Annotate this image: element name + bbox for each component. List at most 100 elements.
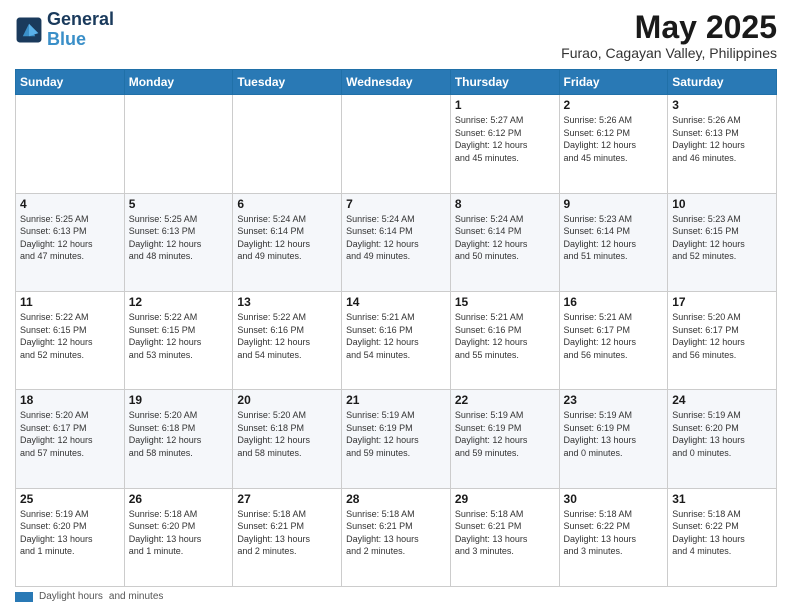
main-title: May 2025: [561, 10, 777, 45]
calendar-cell: 10Sunrise: 5:23 AM Sunset: 6:15 PM Dayli…: [668, 193, 777, 291]
day-number: 17: [672, 295, 772, 309]
calendar-cell: 14 Sunrise: 5:21 AM Sunset: 6:16 PM Dayli…: [342, 291, 451, 389]
day-info: Sunrise: 5:19 AM Sunset: 6:19 PM Dayligh…: [455, 409, 555, 459]
subtitle: Furao, Cagayan Valley, Philippines: [561, 45, 777, 61]
day-info: Sunrise: 5:18 AM Sunset: 6:20 PM Dayligh…: [129, 508, 229, 558]
header: General Blue May 2025 Furao, Cagayan Val…: [15, 10, 777, 61]
day-info: Sunrise: 5:19 AM Sunset: 6:20 PM Dayligh…: [20, 508, 120, 558]
day-number: 12: [129, 295, 229, 309]
logo-line2: Blue: [47, 30, 114, 50]
day-number: 30: [564, 492, 664, 506]
day-info: Sunrise: 5:25 AM Sunset: 6:13 PM Dayligh…: [20, 213, 120, 263]
day-info: Sunrise: 5:26 AM Sunset: 6:12 PM Dayligh…: [564, 114, 664, 164]
day-number: 19: [129, 393, 229, 407]
day-number: 23: [564, 393, 664, 407]
calendar-cell: 30Sunrise: 5:18 AM Sunset: 6:22 PM Dayli…: [559, 488, 668, 586]
calendar-weekday-sunday: Sunday: [16, 70, 125, 95]
footer: Daylight hours and minutes: [15, 591, 777, 602]
calendar-cell: 5 Sunrise: 5:25 AM Sunset: 6:13 PM Daylig…: [124, 193, 233, 291]
day-number: 15: [455, 295, 555, 309]
day-number: 2: [564, 98, 664, 112]
calendar-weekday-monday: Monday: [124, 70, 233, 95]
day-number: 27: [237, 492, 337, 506]
logo: General Blue: [15, 10, 114, 50]
day-info: Sunrise: 5:18 AM Sunset: 6:21 PM Dayligh…: [346, 508, 446, 558]
day-number: 13: [237, 295, 337, 309]
day-info: Sunrise: 5:25 AM Sunset: 6:13 PM Dayligh…: [129, 213, 229, 263]
calendar-cell: 31Sunrise: 5:18 AM Sunset: 6:22 PM Dayli…: [668, 488, 777, 586]
day-number: 6: [237, 197, 337, 211]
calendar-cell: 25 Sunrise: 5:19 AM Sunset: 6:20 PM Dayli…: [16, 488, 125, 586]
calendar-cell: 4 Sunrise: 5:25 AM Sunset: 6:13 PM Daylig…: [16, 193, 125, 291]
calendar-cell: 24Sunrise: 5:19 AM Sunset: 6:20 PM Dayli…: [668, 390, 777, 488]
day-number: 31: [672, 492, 772, 506]
day-number: 25: [20, 492, 120, 506]
day-number: 7: [346, 197, 446, 211]
calendar-cell: 29Sunrise: 5:18 AM Sunset: 6:21 PM Dayli…: [450, 488, 559, 586]
calendar-cell: 11Sunrise: 5:22 AM Sunset: 6:15 PM Dayli…: [16, 291, 125, 389]
calendar-week-row-4: 18 Sunrise: 5:20 AM Sunset: 6:17 PM Dayli…: [16, 390, 777, 488]
footer-label1: Daylight hours: [39, 591, 103, 602]
page: General Blue May 2025 Furao, Cagayan Val…: [0, 0, 792, 612]
day-number: 14: [346, 295, 446, 309]
day-number: 28: [346, 492, 446, 506]
day-number: 9: [564, 197, 664, 211]
day-info: Sunrise: 5:22 AM Sunset: 6:15 PM Dayligh…: [129, 311, 229, 361]
day-number: 18: [20, 393, 120, 407]
calendar-weekday-saturday: Saturday: [668, 70, 777, 95]
logo-icon: [15, 16, 43, 44]
day-info: Sunrise: 5:20 AM Sunset: 6:17 PM Dayligh…: [20, 409, 120, 459]
day-number: 26: [129, 492, 229, 506]
day-info: Sunrise: 5:24 AM Sunset: 6:14 PM Dayligh…: [346, 213, 446, 263]
day-info: Sunrise: 5:20 AM Sunset: 6:17 PM Dayligh…: [672, 311, 772, 361]
day-info: Sunrise: 5:23 AM Sunset: 6:14 PM Dayligh…: [564, 213, 664, 263]
day-info: Sunrise: 5:23 AM Sunset: 6:15 PM Dayligh…: [672, 213, 772, 263]
calendar-week-row-5: 25 Sunrise: 5:19 AM Sunset: 6:20 PM Dayli…: [16, 488, 777, 586]
calendar-cell: [16, 95, 125, 193]
calendar-cell: 15Sunrise: 5:21 AM Sunset: 6:16 PM Dayli…: [450, 291, 559, 389]
calendar-weekday-tuesday: Tuesday: [233, 70, 342, 95]
calendar-cell: 12 Sunrise: 5:22 AM Sunset: 6:15 PM Dayli…: [124, 291, 233, 389]
day-number: 4: [20, 197, 120, 211]
calendar-cell: 16Sunrise: 5:21 AM Sunset: 6:17 PM Dayli…: [559, 291, 668, 389]
daylight-swatch: [15, 592, 33, 602]
day-info: Sunrise: 5:26 AM Sunset: 6:13 PM Dayligh…: [672, 114, 772, 164]
calendar-week-row-1: 1 Sunrise: 5:27 AM Sunset: 6:12 PM Daylig…: [16, 95, 777, 193]
logo-text: General Blue: [47, 10, 114, 50]
day-info: Sunrise: 5:27 AM Sunset: 6:12 PM Dayligh…: [455, 114, 555, 164]
calendar-cell: 19Sunrise: 5:20 AM Sunset: 6:18 PM Dayli…: [124, 390, 233, 488]
calendar-cell: [342, 95, 451, 193]
calendar-cell: 22 Sunrise: 5:19 AM Sunset: 6:19 PM Dayli…: [450, 390, 559, 488]
calendar-cell: 26 Sunrise: 5:18 AM Sunset: 6:20 PM Dayli…: [124, 488, 233, 586]
day-number: 11: [20, 295, 120, 309]
day-info: Sunrise: 5:22 AM Sunset: 6:16 PM Dayligh…: [237, 311, 337, 361]
calendar-cell: [124, 95, 233, 193]
calendar-cell: 13 Sunrise: 5:22 AM Sunset: 6:16 PM Dayli…: [233, 291, 342, 389]
day-info: Sunrise: 5:19 AM Sunset: 6:19 PM Dayligh…: [346, 409, 446, 459]
day-number: 16: [564, 295, 664, 309]
day-number: 8: [455, 197, 555, 211]
calendar-cell: [233, 95, 342, 193]
calendar-week-row-3: 11 Sunrise: 5:22 AM Sunset: 6:15 PM Dayli…: [16, 291, 777, 389]
day-info: Sunrise: 5:19 AM Sunset: 6:20 PM Dayligh…: [672, 409, 772, 459]
calendar-table: SundayMondayTuesdayWednesdayThursdayFrid…: [15, 69, 777, 587]
day-info: Sunrise: 5:21 AM Sunset: 6:16 PM Dayligh…: [346, 311, 446, 361]
calendar-cell: 2 Sunrise: 5:26 AM Sunset: 6:12 PM Daylig…: [559, 95, 668, 193]
calendar-cell: 23 Sunrise: 5:19 AM Sunset: 6:19 PM Dayli…: [559, 390, 668, 488]
calendar-cell: 27 Sunrise: 5:18 AM Sunset: 6:21 PM Dayli…: [233, 488, 342, 586]
footer-label2: and minutes: [109, 591, 163, 602]
calendar-weekday-thursday: Thursday: [450, 70, 559, 95]
day-info: Sunrise: 5:18 AM Sunset: 6:21 PM Dayligh…: [237, 508, 337, 558]
day-info: Sunrise: 5:24 AM Sunset: 6:14 PM Dayligh…: [455, 213, 555, 263]
calendar-cell: 3Sunrise: 5:26 AM Sunset: 6:13 PM Daylig…: [668, 95, 777, 193]
calendar-cell: 1 Sunrise: 5:27 AM Sunset: 6:12 PM Daylig…: [450, 95, 559, 193]
day-info: Sunrise: 5:20 AM Sunset: 6:18 PM Dayligh…: [237, 409, 337, 459]
day-number: 22: [455, 393, 555, 407]
calendar-cell: 20Sunrise: 5:20 AM Sunset: 6:18 PM Dayli…: [233, 390, 342, 488]
day-info: Sunrise: 5:19 AM Sunset: 6:19 PM Dayligh…: [564, 409, 664, 459]
day-number: 5: [129, 197, 229, 211]
day-number: 1: [455, 98, 555, 112]
calendar-cell: 18 Sunrise: 5:20 AM Sunset: 6:17 PM Dayli…: [16, 390, 125, 488]
day-info: Sunrise: 5:18 AM Sunset: 6:21 PM Dayligh…: [455, 508, 555, 558]
calendar-cell: 6Sunrise: 5:24 AM Sunset: 6:14 PM Daylig…: [233, 193, 342, 291]
